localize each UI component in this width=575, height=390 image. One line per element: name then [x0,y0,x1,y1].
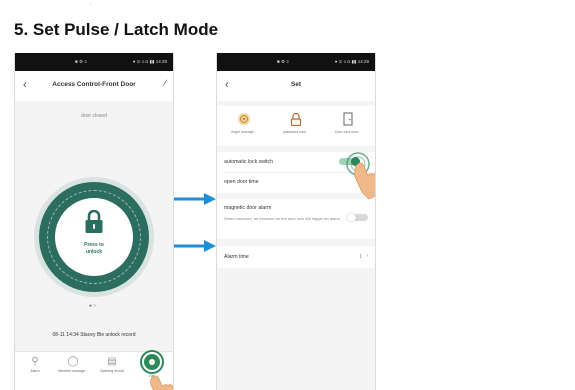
fingerprint-icon [238,113,250,125]
page-indicator-dots: ●○ [89,303,98,309]
magnetic-alarm-desc: When unlocked, an intrusion on the door … [224,216,340,221]
status-right: ● ⊙ ≡ ◘ ▮▮ 14:29 [334,59,369,64]
arrow-right-icon [174,193,216,205]
unlock-label-line1: Press to [84,242,104,248]
tab-opening-record[interactable]: ▤ Opening record [95,356,129,373]
padlock-icon [290,112,302,126]
unlock-label-line2: unlock [85,249,103,255]
page-title: Set [290,81,302,88]
unlock-button[interactable]: Press to unlock [55,198,133,276]
shortcut-section: finger manage... password man... Door ca… [217,106,375,146]
magnetic-alarm-section: magnetic door alarm When unlocked, an in… [217,199,375,239]
status-bar: ■ ⚙ ≡ ● ⊙ ≡ ◘ ▮▮ 14:29 [217,53,375,71]
tab-record-label: Opening record [99,369,125,373]
phone-screen-access-control: ■ ⚙ ≡ ● ⊙ ≡ ◘ ▮▮ 14:28 ‹ Access Control-… [14,53,174,390]
shortcut-door-card-label: Door card man... [334,130,362,134]
door-status-text: door closed [81,113,107,119]
door-card-icon [343,112,353,126]
open-time-label: open door time [224,179,259,185]
alarm-time-label: Alarm time [224,254,249,260]
tab-member-label: Member manage... [58,369,88,373]
tab-alarm-label: Alarm [30,369,40,373]
tab-member-manage[interactable]: ◯ Member manage... [56,356,90,373]
alarm-time-value: 1 [359,254,362,260]
record-list-icon: ▤ [107,356,117,367]
chevron-right-icon: › [366,253,368,259]
shortcut-door-card-manage[interactable]: Door card man... [323,112,373,134]
unlock-label: Press to unlock [55,242,133,256]
page-heading: 5. Set Pulse / Latch Mode [14,20,219,39]
alarm-time-section[interactable]: Alarm time 1 › [217,246,375,268]
status-icons: ■ ⚙ ≡ [277,59,289,64]
magnetic-alarm-toggle[interactable] [347,213,368,222]
shortcut-password-manage[interactable]: password man... [271,112,321,134]
partial-caption: . [90,0,92,6]
shortcut-finger-manage[interactable]: finger manage... [219,112,269,134]
bell-icon: ⚲ [31,356,39,367]
status-icons: ■ ⚙ ≡ [75,59,87,64]
nav-bar: ‹ Access Control-Front Door ∕ [15,71,173,101]
settings-icon [140,350,164,374]
phone-screen-settings: ■ ⚙ ≡ ● ⊙ ≡ ◘ ▮▮ 14:29 ‹ Set finger mana… [216,53,376,390]
shortcut-password-label: password man... [283,130,309,134]
pointing-hand-icon [354,162,375,200]
toggle-knob [347,213,356,222]
arrow-right-icon [174,240,216,252]
lock-icon [85,210,103,233]
person-icon: ◯ [67,356,79,367]
unlock-record-text[interactable]: 08-11 14:34 Stacey Ble unlock record [15,332,173,338]
nav-bar: ‹ Set [217,71,375,101]
shortcut-finger-label: finger manage... [231,130,257,134]
pencil-icon[interactable]: ∕ [164,78,166,88]
auto-lock-label: automatic lock switch [224,159,274,165]
pointing-hand-icon [150,375,173,390]
page-title: Access Control-Front Door [52,81,136,88]
status-right: ● ⊙ ≡ ◘ ▮▮ 14:28 [132,59,167,64]
status-bar: ■ ⚙ ≡ ● ⊙ ≡ ◘ ▮▮ 14:28 [15,53,173,71]
magnetic-alarm-label: magnetic door alarm [224,205,272,211]
tab-alarm[interactable]: ⚲ Alarm [18,356,52,373]
